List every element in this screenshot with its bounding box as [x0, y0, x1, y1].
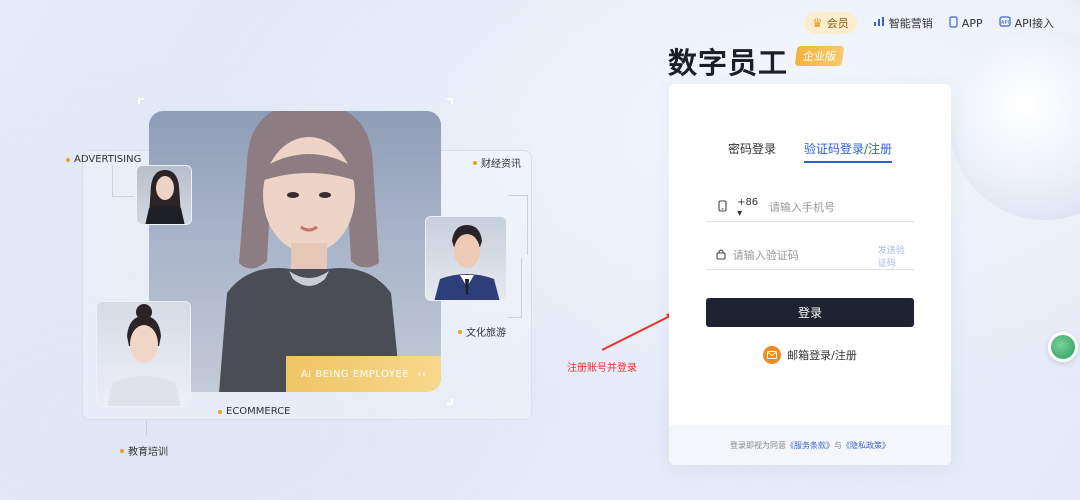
tab-code-login[interactable]: 验证码登录/注册: [803, 140, 893, 163]
label-text: 财经资讯: [481, 159, 521, 170]
privacy-link[interactable]: 《隐私政策》: [842, 440, 890, 451]
api-link[interactable]: API API接入: [998, 15, 1054, 31]
finance-avatar: [425, 216, 507, 301]
login-card: 密码登录 验证码登录/注册 +86 ▾ 发送验证码 登录 邮箱登录/注册 登: [669, 84, 951, 465]
bullet-dot: [66, 157, 70, 162]
label-text: ADVERTISING: [74, 154, 142, 165]
bullet-dot: [458, 329, 462, 334]
phone-input[interactable]: [769, 201, 914, 214]
enterprise-badge: 企业版: [794, 46, 845, 66]
vip-button[interactable]: ♛ 会员: [804, 12, 857, 34]
label-text: 文化旅游: [466, 328, 506, 339]
advertising-avatar: [136, 165, 192, 225]
label-ecommerce: ECOMMERCE: [218, 406, 291, 417]
floating-assistant-icon[interactable]: [1048, 332, 1078, 362]
agreement-and: 与: [834, 440, 842, 450]
email-login-link[interactable]: 邮箱登录/注册: [669, 346, 951, 364]
brand: 数字员工 企业版: [668, 40, 845, 82]
hero-tag-label: AI BEING EMPLOYEE: [300, 368, 410, 380]
connector-line: [146, 420, 147, 436]
vip-label: 会员: [826, 17, 849, 30]
bullet-dot: [473, 160, 477, 165]
ai-being-employee-tag: AI BEING EMPLOYEE ‹‹: [286, 356, 441, 392]
bar-chart-icon: [873, 16, 885, 30]
login-button[interactable]: 登录: [706, 298, 914, 327]
terms-link[interactable]: 《服务条款》: [786, 440, 834, 451]
connector-line: [112, 165, 134, 197]
mail-icon: [763, 346, 782, 364]
chevrons-left-icon: ‹‹: [417, 368, 427, 380]
label-culture: 文化旅游: [458, 324, 506, 339]
svg-text:API: API: [1001, 20, 1009, 26]
agreement-footer: 登录即视为同意 《服务条款》 与 《隐私政策》: [669, 425, 951, 465]
label-text: ECOMMERCE: [226, 406, 291, 417]
education-avatar: [96, 301, 191, 407]
frame-corner: [138, 98, 144, 104]
code-input[interactable]: [732, 249, 878, 262]
digital-employee-avatar: [219, 111, 401, 392]
brand-title: 数字员工: [668, 46, 789, 80]
label-advertising: ADVERTISING: [66, 154, 141, 165]
frame-corner: [447, 399, 453, 405]
label-text: 教育培训: [128, 447, 168, 458]
send-code-button[interactable]: 发送验证码: [878, 243, 908, 269]
label-finance: 财经资讯: [473, 155, 521, 170]
phone-icon: [949, 15, 958, 31]
connector-line: [508, 195, 528, 255]
api-label: API接入: [1014, 17, 1054, 30]
annotation-text: 注册账号并登录: [567, 363, 637, 374]
marketing-link[interactable]: 智能营销: [873, 15, 933, 31]
lock-icon: [716, 248, 727, 263]
bullet-dot: [120, 448, 124, 453]
app-link[interactable]: APP: [949, 15, 983, 31]
decorative-bubble: [950, 30, 1080, 220]
app-label: APP: [961, 16, 983, 30]
hero-image: AI BEING EMPLOYEE ‹‹: [149, 111, 441, 392]
connector-line: [508, 258, 522, 318]
tab-password-login[interactable]: 密码登录: [728, 140, 776, 163]
bullet-dot: [218, 409, 222, 414]
marketing-label: 智能营销: [888, 17, 933, 30]
country-code-select[interactable]: +86 ▾: [737, 197, 761, 219]
top-nav: ♛ 会员 智能营销 APP API API接入: [804, 12, 1054, 34]
country-code-value: +86: [737, 196, 759, 208]
login-tabs: 密码登录 验证码登录/注册: [669, 140, 951, 163]
api-icon: API: [998, 16, 1011, 30]
code-field: 发送验证码: [706, 242, 914, 270]
agreement-prefix: 登录即视为同意: [730, 440, 786, 450]
crown-icon: ♛: [812, 16, 823, 30]
login-page: ♛ 会员 智能营销 APP API API接入 数字员工 企业版 AI BEIN…: [0, 0, 1080, 500]
phone-field: +86 ▾: [706, 194, 914, 222]
email-login-label: 邮箱登录/注册: [787, 349, 857, 362]
frame-corner: [447, 98, 453, 104]
mobile-icon: [716, 200, 729, 215]
label-education: 教育培训: [120, 443, 168, 458]
